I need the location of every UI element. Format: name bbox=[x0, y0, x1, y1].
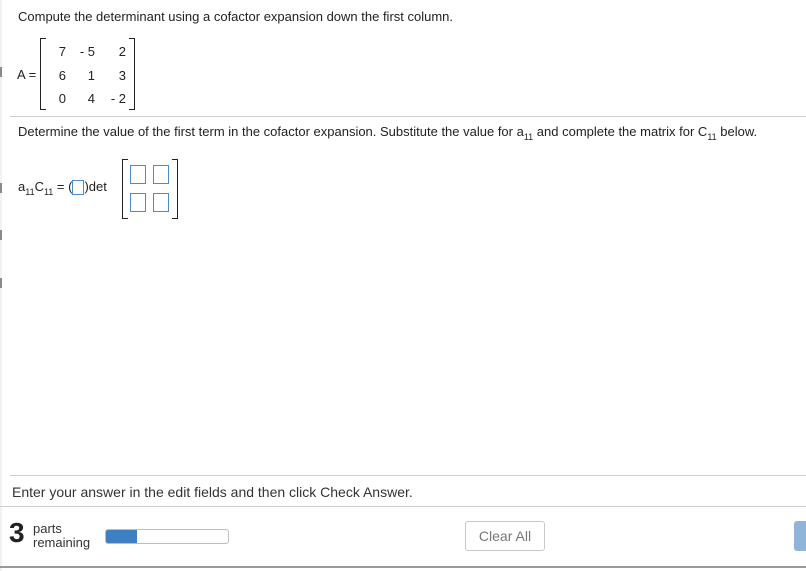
progress-bar bbox=[105, 529, 229, 544]
instruction-text: Compute the determinant using a cofactor… bbox=[18, 9, 454, 24]
term-det: )det bbox=[84, 179, 107, 194]
minor-bracket-right bbox=[172, 159, 178, 219]
matrix-cell: - 2 bbox=[110, 91, 126, 106]
matrix-cell: 0 bbox=[58, 91, 66, 106]
frame-marker bbox=[0, 230, 2, 240]
divider bbox=[10, 116, 806, 117]
minor-input-1-1[interactable] bbox=[130, 165, 146, 184]
matrix-cell: 3 bbox=[118, 68, 126, 83]
minor-input-1-2[interactable] bbox=[153, 165, 169, 184]
parts-remaining-label: remaining bbox=[33, 535, 91, 550]
matrix-cell: 6 bbox=[58, 68, 66, 83]
parts-label: parts bbox=[33, 521, 62, 536]
minor-input-2-2[interactable] bbox=[153, 193, 169, 212]
prompt-segment: Determine the value of the first term in… bbox=[18, 124, 524, 139]
prompt-text: Determine the value of the first term in… bbox=[18, 124, 758, 142]
subscript: 11 bbox=[523, 132, 534, 142]
matrix-cell: - 5 bbox=[79, 44, 95, 59]
matrix-cell: 4 bbox=[87, 91, 95, 106]
prompt-segment: below. bbox=[716, 124, 758, 139]
parts-count: 3 bbox=[9, 517, 25, 548]
frame-marker bbox=[0, 278, 2, 288]
prompt-segment: and complete the matrix for C bbox=[533, 124, 708, 139]
term-c: C bbox=[34, 179, 44, 194]
minor-bracket-left bbox=[122, 159, 128, 219]
check-answer-button[interactable] bbox=[794, 521, 806, 551]
matrix-cell: 1 bbox=[87, 68, 95, 83]
cofactor-term: a11C11 = ()det bbox=[18, 179, 107, 197]
frame-marker bbox=[0, 183, 2, 193]
a11-input[interactable] bbox=[72, 180, 85, 196]
divider bbox=[0, 506, 806, 507]
status-text: Enter your answer in the edit fields and… bbox=[12, 484, 413, 500]
divider bbox=[10, 475, 806, 476]
matrix-cell: 2 bbox=[118, 44, 126, 59]
frame-marker bbox=[0, 67, 2, 77]
bottom-rule bbox=[0, 566, 806, 568]
term-equals: = ( bbox=[53, 179, 73, 194]
matrix-label: A = bbox=[17, 67, 37, 82]
subscript: 11 bbox=[43, 187, 54, 197]
progress-fill bbox=[106, 530, 137, 543]
minor-input-2-1[interactable] bbox=[130, 193, 146, 212]
subscript: 11 bbox=[25, 187, 35, 197]
matrix-cell: 7 bbox=[58, 44, 66, 59]
clear-all-button[interactable]: Clear All bbox=[465, 521, 545, 551]
matrix-bracket-right bbox=[129, 38, 135, 110]
subscript: 11 bbox=[707, 132, 717, 142]
